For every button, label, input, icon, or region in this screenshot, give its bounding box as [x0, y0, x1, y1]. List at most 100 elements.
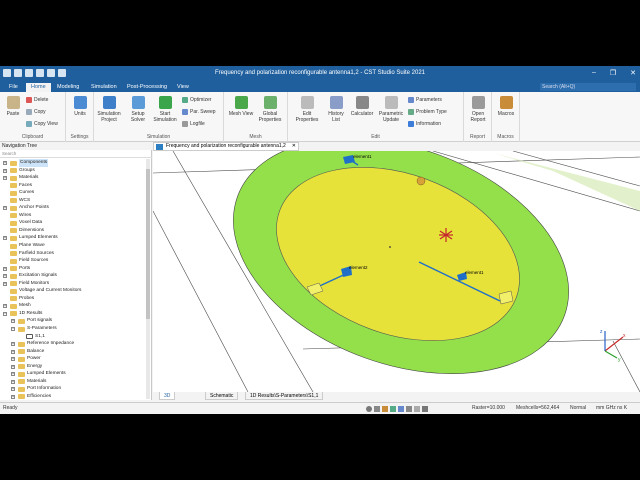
- delete-button[interactable]: Delete: [26, 97, 48, 103]
- expand-icon[interactable]: +: [3, 161, 7, 165]
- tree-item[interactable]: + Materials: [0, 378, 148, 386]
- tree-item[interactable]: − 1D Results: [0, 310, 148, 318]
- tree-item[interactable]: WCS: [0, 197, 148, 205]
- tree-item[interactable]: Plane Wave: [0, 242, 148, 250]
- paste-button[interactable]: Paste: [4, 96, 22, 117]
- global-properties-button[interactable]: Global Properties: [254, 96, 286, 123]
- tree-item[interactable]: + Lumped Elements: [0, 234, 148, 242]
- close-tab-icon[interactable]: ✕: [292, 143, 296, 150]
- search-input[interactable]: Search (Alt+Q): [540, 83, 636, 91]
- tab-post-processing[interactable]: Post-Processing: [122, 83, 172, 91]
- macros-button[interactable]: Macros: [494, 96, 518, 117]
- problem-type-button[interactable]: Problem Type: [408, 109, 447, 115]
- fit-icon[interactable]: [374, 406, 380, 412]
- collapse-icon[interactable]: −: [3, 311, 7, 316]
- tree-item[interactable]: + Power: [0, 355, 148, 363]
- tree-item[interactable]: + Field Monitors: [0, 280, 148, 288]
- expand-icon[interactable]: +: [11, 349, 15, 354]
- expand-icon[interactable]: +: [11, 357, 15, 362]
- tree-item[interactable]: Curves: [0, 189, 148, 197]
- tree-item[interactable]: S1,1: [0, 333, 148, 341]
- expand-icon[interactable]: +: [3, 266, 7, 271]
- open-report-button[interactable]: Open Report: [466, 96, 490, 123]
- tree-scrollbar[interactable]: [146, 159, 150, 399]
- expand-icon[interactable]: +: [11, 379, 15, 384]
- units-button[interactable]: Units: [70, 96, 90, 117]
- collapse-icon[interactable]: −: [11, 327, 15, 332]
- tree-item[interactable]: Dimensions: [0, 227, 148, 235]
- tab-simulation[interactable]: Simulation: [86, 83, 122, 91]
- tree-item[interactable]: + Components: [0, 159, 148, 167]
- expand-icon[interactable]: +: [3, 281, 7, 286]
- expand-icon[interactable]: +: [3, 176, 7, 181]
- expand-icon[interactable]: +: [11, 342, 15, 347]
- start-simulation-button[interactable]: Start Simulation: [152, 96, 178, 123]
- pick-icon[interactable]: [406, 406, 412, 412]
- logfile-button[interactable]: Logfile: [182, 121, 205, 127]
- expand-icon[interactable]: +: [11, 394, 15, 399]
- tree-item[interactable]: + Energy: [0, 363, 148, 371]
- calculator-button[interactable]: Calculator: [348, 96, 376, 117]
- history-list-button[interactable]: History List: [324, 96, 348, 123]
- view-icon[interactable]: [390, 406, 396, 412]
- tree-item[interactable]: Probes: [0, 295, 148, 303]
- 3d-viewport[interactable]: element1 element2 element1 x z y: [153, 151, 640, 392]
- tab-schematic[interactable]: Schematic: [205, 392, 239, 400]
- par-sweep-button[interactable]: Par. Sweep: [182, 109, 216, 115]
- tree-search-input[interactable]: Search: [0, 150, 152, 158]
- tree-item[interactable]: Faces: [0, 182, 148, 190]
- simulation-project-button[interactable]: Simulation Project: [94, 96, 124, 123]
- maximize-icon[interactable]: ❐: [610, 69, 616, 77]
- expand-icon[interactable]: +: [11, 372, 15, 377]
- tree-item[interactable]: + Materials: [0, 174, 148, 182]
- tree-item[interactable]: + Mesh: [0, 302, 148, 310]
- tree-item[interactable]: + Port Information: [0, 385, 148, 393]
- tree-item[interactable]: Voltage and Current Monitors: [0, 287, 148, 295]
- tab-home[interactable]: Home: [26, 83, 51, 92]
- tree-item[interactable]: Field Sources: [0, 257, 148, 265]
- expand-icon[interactable]: +: [3, 168, 7, 173]
- copy-view-button[interactable]: Copy View: [26, 121, 58, 127]
- tree-item[interactable]: + Groups: [0, 167, 148, 175]
- tree-item[interactable]: + Excitation Signals: [0, 272, 148, 280]
- mesh-view-button[interactable]: Mesh View: [228, 96, 254, 117]
- optimizer-button[interactable]: Optimizer: [182, 97, 211, 103]
- tab-s-parameters[interactable]: 1D Results\S-Parameters\S1,1: [245, 392, 324, 400]
- rotate-icon[interactable]: [422, 406, 428, 412]
- antenna-model-view[interactable]: element1 element2 element1 x z y: [153, 151, 640, 392]
- tree-item[interactable]: Voxel Data: [0, 219, 148, 227]
- expand-icon[interactable]: +: [3, 304, 7, 309]
- grid-icon[interactable]: [414, 406, 420, 412]
- tree-item[interactable]: Farfield Sources: [0, 250, 148, 258]
- tab-3d[interactable]: 3D: [159, 392, 176, 400]
- document-tab[interactable]: Frequency and polarization reconfigurabl…: [153, 142, 299, 151]
- wcs-icon[interactable]: [398, 406, 404, 412]
- scrollbar-thumb[interactable]: [146, 169, 150, 319]
- parameters-button[interactable]: Parameters: [408, 97, 442, 103]
- tree-item[interactable]: Wires: [0, 212, 148, 220]
- parametric-update-button[interactable]: Parametric Update: [376, 96, 406, 123]
- expand-icon[interactable]: +: [3, 274, 7, 279]
- copy-button[interactable]: Copy: [26, 109, 46, 115]
- expand-icon[interactable]: +: [3, 206, 7, 211]
- minimize-icon[interactable]: –: [592, 69, 596, 77]
- information-button[interactable]: Information: [408, 121, 441, 127]
- expand-icon[interactable]: +: [3, 236, 7, 241]
- tree-item[interactable]: − S-Parameters: [0, 325, 148, 333]
- setup-solver-button[interactable]: Setup Solver: [126, 96, 150, 123]
- tree-item[interactable]: + Efficiencies: [0, 393, 148, 401]
- expand-icon[interactable]: +: [11, 319, 15, 324]
- tree-item[interactable]: + Port signals: [0, 317, 148, 325]
- tab-modeling[interactable]: Modeling: [52, 83, 84, 91]
- tree-item[interactable]: + Balance: [0, 348, 148, 356]
- tree-item[interactable]: + Ports: [0, 265, 148, 273]
- tree-item[interactable]: + Anchor Points: [0, 204, 148, 212]
- tree-item[interactable]: + Lumped Elements: [0, 370, 148, 378]
- tab-view[interactable]: View: [172, 83, 194, 91]
- tab-file[interactable]: File: [4, 83, 23, 91]
- shade-icon[interactable]: [382, 406, 388, 412]
- close-icon[interactable]: ✕: [630, 69, 636, 77]
- edit-properties-button[interactable]: Edit Properties: [292, 96, 322, 123]
- expand-icon[interactable]: +: [11, 387, 15, 392]
- expand-icon[interactable]: +: [11, 364, 15, 369]
